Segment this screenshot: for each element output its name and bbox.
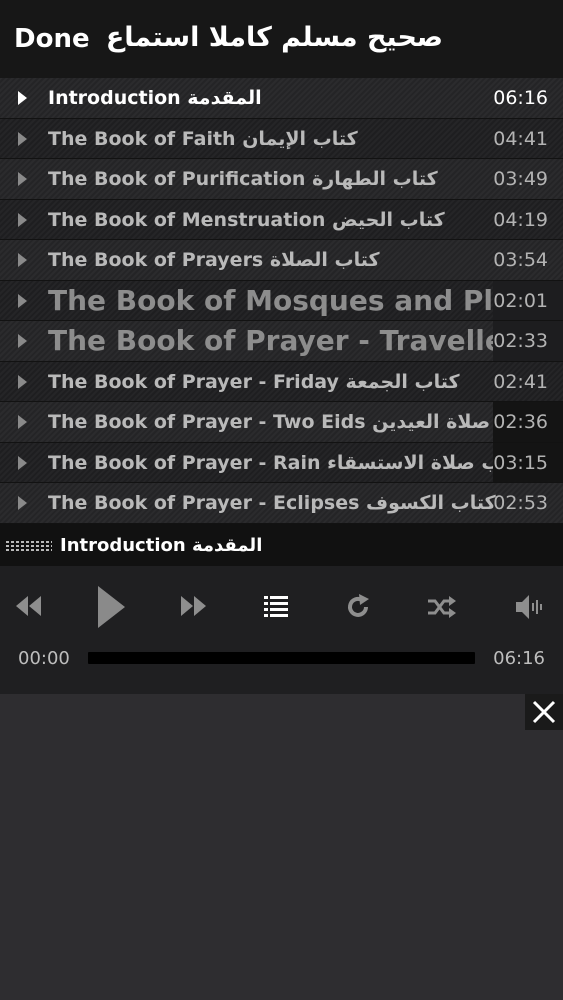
track-duration: 02:36 (493, 402, 563, 442)
track-title: The Book of Prayers كتاب الصلاة (48, 249, 380, 271)
track-row[interactable]: The Book of Prayer - Friday كتاب الجمعة … (0, 361, 563, 402)
track-row[interactable]: The Book of Prayers كتاب الصلاة 03:54 (0, 240, 563, 281)
track-title: The Book of Prayer - Eclipses كتاب الكسو… (48, 492, 496, 514)
done-button[interactable]: Done (14, 24, 90, 54)
track-duration: 02:53 (493, 492, 548, 514)
repeat-icon[interactable] (345, 594, 371, 620)
shuffle-icon[interactable] (428, 596, 456, 618)
now-playing-title: Introduction المقدمة (60, 535, 263, 556)
equalizer-icon (6, 541, 52, 551)
track-row[interactable]: The Book of Prayer - Eclipses كتاب الكسو… (0, 483, 563, 524)
rewind-icon[interactable] (16, 596, 42, 616)
page-title: صحيح مسلم كاملا استماع (105, 22, 443, 53)
track-row[interactable]: The Book of Mosques and Pla 02:01 (0, 280, 563, 321)
track-title: The Book of Faith كتاب الإيمان (48, 127, 358, 150)
play-arrow-icon (18, 455, 27, 470)
play-icon[interactable] (98, 586, 126, 628)
play-arrow-icon (18, 415, 27, 429)
playlist-icon[interactable] (264, 596, 288, 618)
track-duration: 04:41 (493, 127, 548, 150)
empty-area (0, 694, 563, 1000)
track-duration: 04:19 (493, 208, 548, 231)
play-arrow-icon (18, 212, 27, 227)
now-playing-bar: Introduction المقدمة (0, 524, 563, 566)
play-arrow-icon (18, 253, 27, 267)
track-title: The Book of Menstruation كتاب الحيض (48, 208, 445, 231)
play-arrow-icon (18, 91, 27, 105)
track-row[interactable]: The Book of Purification كتاب الطهارة 03… (0, 159, 563, 200)
play-arrow-icon (18, 374, 27, 389)
track-duration: 02:41 (493, 370, 548, 393)
track-title: The Book of Prayer - Rain كتاب صلاة الاس… (48, 451, 527, 474)
track-row[interactable]: The Book of Faith كتاب الإيمان 04:41 (0, 118, 563, 159)
track-row[interactable]: The Book of Menstruation كتاب الحيض 04:1… (0, 199, 563, 240)
track-row[interactable]: The Book of Prayer - Two Eids كتاب صلاة … (0, 402, 563, 443)
track-row[interactable]: The Book of Prayer - Rain كتاب صلاة الاس… (0, 442, 563, 483)
track-title: The Book of Mosques and Pla (48, 283, 512, 317)
track-row[interactable]: The Book of Prayer - Traveller 02:33 (0, 321, 563, 362)
play-arrow-icon (18, 334, 27, 348)
track-title: Introduction المقدمة (48, 87, 262, 109)
track-duration: 02:01 (493, 280, 563, 320)
close-icon[interactable] (525, 694, 563, 730)
play-arrow-icon (18, 172, 27, 186)
volume-icon[interactable] (516, 594, 544, 620)
total-time: 06:16 (493, 648, 545, 669)
fast-forward-icon[interactable] (181, 596, 207, 616)
track-duration: 03:49 (493, 168, 548, 190)
track-title: The Book of Prayer - Two Eids كتاب صلاة … (48, 411, 542, 433)
track-list[interactable]: Introduction المقدمة 06:16 The Book of F… (0, 78, 563, 524)
play-arrow-icon (18, 496, 27, 510)
player-screen: Done صحيح مسلم كاملا استماع Introduction… (0, 0, 563, 1000)
progress-slider[interactable] (88, 652, 475, 664)
track-duration: 02:33 (493, 321, 563, 361)
elapsed-time: 00:00 (18, 648, 70, 669)
play-arrow-icon (18, 293, 27, 308)
track-row[interactable]: Introduction المقدمة 06:16 (0, 78, 563, 119)
track-duration: 03:54 (493, 249, 548, 271)
track-title: The Book of Prayer - Friday كتاب الجمعة (48, 370, 460, 393)
track-title: The Book of Prayer - Traveller (48, 324, 518, 357)
play-arrow-icon (18, 131, 27, 146)
track-duration: 06:16 (493, 87, 548, 109)
header-bar: Done صحيح مسلم كاملا استماع (0, 0, 563, 78)
player-controls: 00:00 06:16 (0, 566, 563, 694)
track-duration: 03:15 (493, 442, 563, 482)
track-title: The Book of Purification كتاب الطهارة (48, 168, 438, 190)
